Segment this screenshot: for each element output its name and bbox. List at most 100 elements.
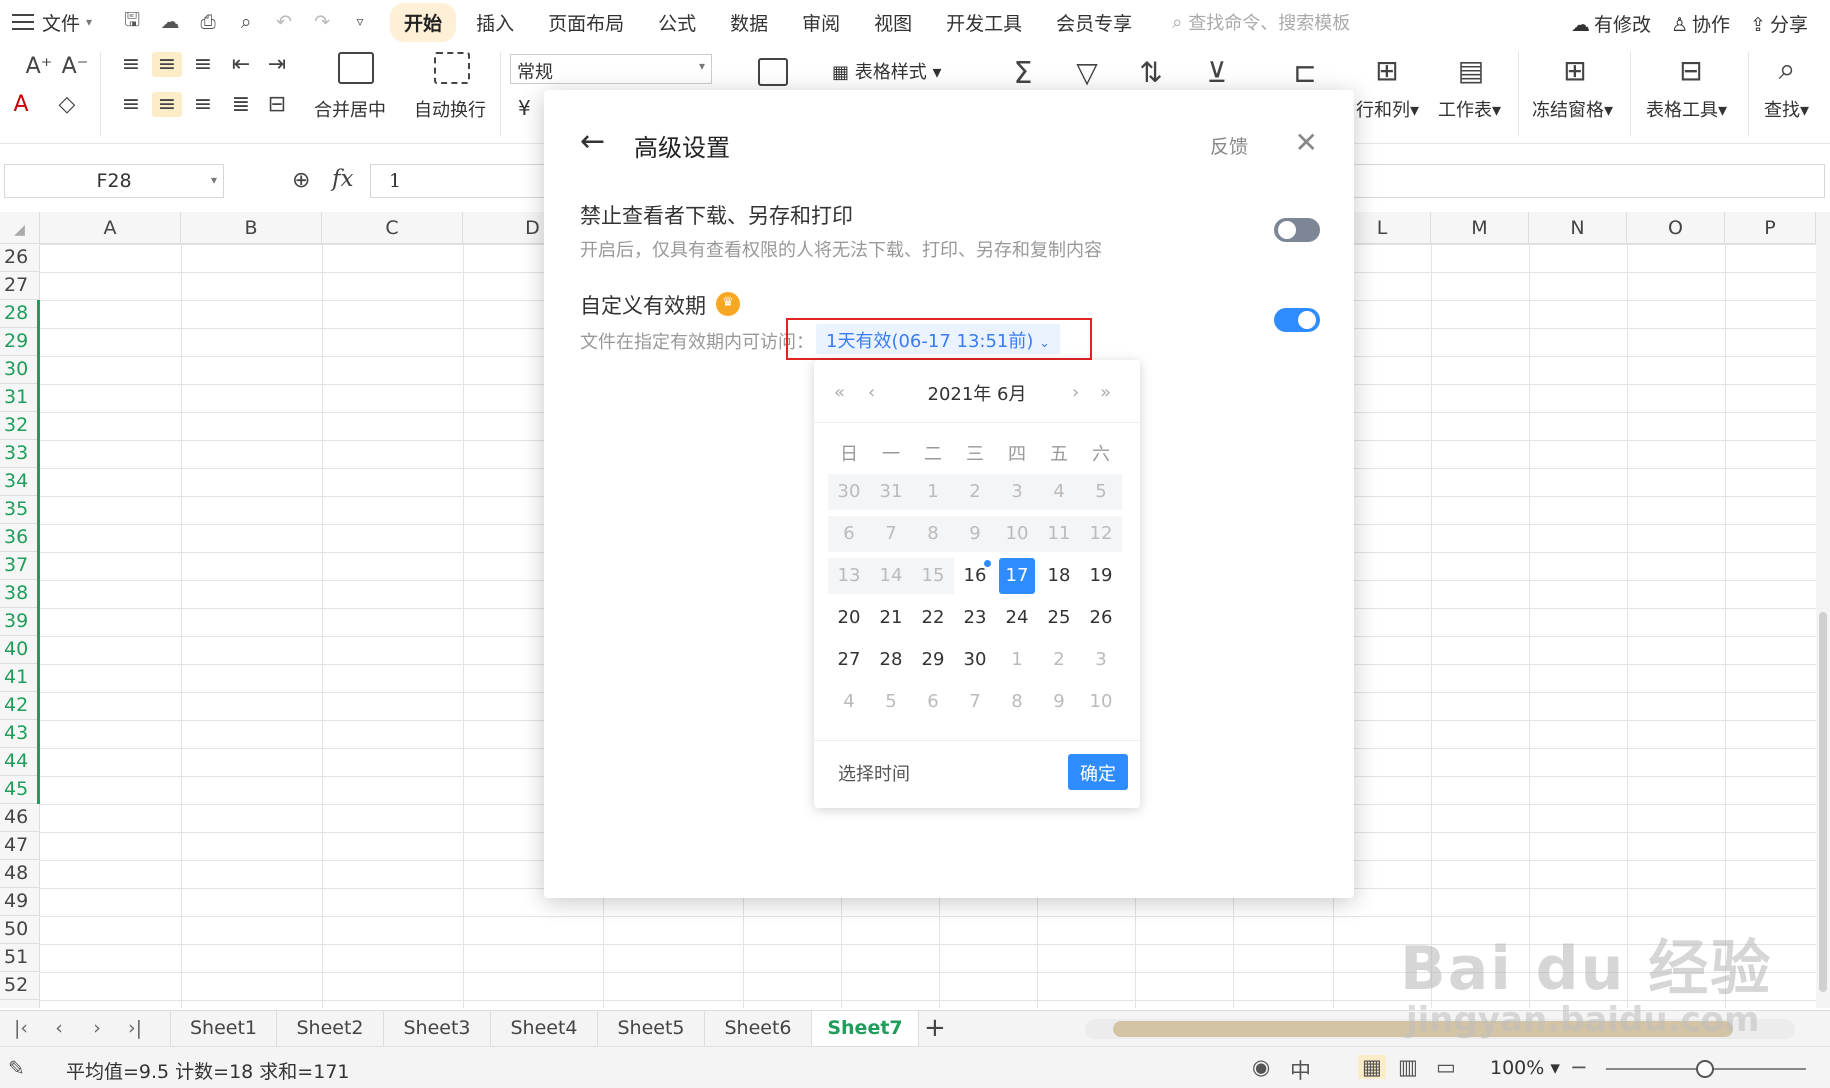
wrap-text-button[interactable]: 自动换行	[414, 96, 486, 122]
tab-view[interactable]: 视图	[860, 3, 926, 42]
column-header[interactable]: C	[322, 212, 463, 244]
row-header[interactable]: 45	[0, 776, 40, 804]
number-format-select[interactable]: 常规	[510, 54, 712, 84]
worksheet-icon[interactable]: ▤	[1456, 54, 1486, 87]
collaborate-button[interactable]: ♙ 协作	[1671, 10, 1730, 37]
calendar-day[interactable]: 8	[999, 684, 1035, 720]
column-header[interactable]: B	[181, 212, 322, 244]
restrict-download-toggle[interactable]	[1274, 218, 1320, 242]
freeze-panes-icon[interactable]: ⊞	[1560, 54, 1590, 87]
distributed-icon[interactable]: ⊟	[262, 92, 292, 117]
format-icon[interactable]: ⊏	[1290, 56, 1320, 89]
calendar-day[interactable]: 1	[999, 642, 1035, 678]
font-shrink-icon[interactable]: A⁻	[60, 54, 90, 79]
zoom-slider-knob[interactable]	[1696, 1060, 1714, 1078]
calendar-day[interactable]: 22	[915, 600, 951, 636]
row-header[interactable]: 33	[0, 440, 40, 468]
row-header[interactable]: 43	[0, 720, 40, 748]
next-year-icon[interactable]: »	[1100, 382, 1111, 403]
sheet-tab-sheet1[interactable]: Sheet1	[170, 1011, 277, 1046]
filter-icon[interactable]: ▽	[1072, 56, 1102, 89]
calendar-day[interactable]: 2	[1041, 642, 1077, 678]
share-button[interactable]: ⇪ 分享	[1750, 10, 1808, 37]
calendar-day[interactable]: 25	[1041, 600, 1077, 636]
column-header[interactable]: N	[1529, 212, 1627, 244]
page-break-view-icon[interactable]: ▭	[1436, 1055, 1456, 1079]
eye-protect-icon[interactable]: ◉	[1252, 1055, 1270, 1079]
tab-developer[interactable]: 开发工具	[932, 3, 1036, 42]
row-header[interactable]: 52	[0, 972, 40, 1000]
prev-sheet-icon[interactable]: ‹	[44, 1017, 74, 1039]
first-sheet-icon[interactable]: |‹	[6, 1017, 36, 1039]
print-preview-icon[interactable]: ⌕	[234, 11, 258, 33]
calendar-day[interactable]: 3	[1083, 642, 1119, 678]
row-header[interactable]: 36	[0, 524, 40, 552]
row-col-icon[interactable]: ⊞	[1372, 54, 1402, 87]
macro-record-icon[interactable]: ✎	[8, 1056, 25, 1080]
last-sheet-icon[interactable]: ›|	[120, 1017, 150, 1039]
tab-home[interactable]: 开始	[390, 2, 457, 42]
calendar-day[interactable]: 5	[873, 684, 909, 720]
column-header[interactable]: A	[40, 212, 181, 244]
row-header[interactable]: 50	[0, 916, 40, 944]
name-box[interactable]: F28	[4, 164, 224, 198]
row-header[interactable]: 40	[0, 636, 40, 664]
input-method-icon[interactable]: 中	[1290, 1055, 1311, 1085]
zoom-formula-icon[interactable]: ⊕	[292, 168, 310, 193]
sheet-tab-sheet6[interactable]: Sheet6	[705, 1011, 812, 1046]
align-top-icon[interactable]: ≡	[116, 52, 146, 77]
normal-view-icon[interactable]: ▦	[1358, 1055, 1386, 1079]
calendar-day[interactable]: 28	[873, 642, 909, 678]
undo-icon[interactable]: ↶	[272, 11, 296, 33]
calendar-day[interactable]: 21	[873, 600, 909, 636]
calendar-day[interactable]: 29	[915, 642, 951, 678]
sheet-tab-sheet2[interactable]: Sheet2	[277, 1011, 384, 1046]
add-sheet-button[interactable]: +	[924, 1013, 946, 1043]
align-center-icon[interactable]: ≡	[152, 92, 182, 117]
row-header[interactable]: 39	[0, 608, 40, 636]
row-header[interactable]: 47	[0, 832, 40, 860]
row-header[interactable]: 51	[0, 944, 40, 972]
tab-formulas[interactable]: 公式	[644, 3, 710, 42]
table-tools-icon[interactable]: ⊟	[1676, 54, 1706, 87]
row-header[interactable]: 41	[0, 664, 40, 692]
align-bottom-icon[interactable]: ≡	[188, 52, 218, 77]
find-button[interactable]: 查找▾	[1764, 96, 1809, 122]
row-header[interactable]: 27	[0, 272, 40, 300]
calendar-day[interactable]: 27	[831, 642, 867, 678]
row-header[interactable]: 28	[0, 300, 40, 328]
calendar-day[interactable]: 30	[957, 642, 993, 678]
zoom-out-icon[interactable]: −	[1570, 1055, 1588, 1079]
column-header[interactable]: O	[1627, 212, 1725, 244]
calendar-day[interactable]: 9	[1041, 684, 1077, 720]
sheet-tab-sheet3[interactable]: Sheet3	[384, 1011, 491, 1046]
find-icon[interactable]: ⌕	[1772, 52, 1802, 87]
next-sheet-icon[interactable]: ›	[82, 1017, 112, 1039]
font-grow-icon[interactable]: A⁺	[24, 54, 54, 79]
fill-icon[interactable]: ⊻	[1202, 56, 1232, 89]
vertical-scroll-thumb[interactable]	[1819, 612, 1827, 992]
outdent-icon[interactable]: ⇤	[226, 52, 256, 77]
align-left-icon[interactable]: ≡	[116, 92, 146, 117]
calendar-day[interactable]: 23	[957, 600, 993, 636]
row-header[interactable]: 30	[0, 356, 40, 384]
sheet-tab-sheet5[interactable]: Sheet5	[598, 1011, 705, 1046]
next-month-icon[interactable]: ›	[1072, 382, 1079, 403]
row-header[interactable]: 49	[0, 888, 40, 916]
cloud-icon[interactable]: ☁	[158, 11, 182, 33]
calendar-day[interactable]: 26	[1083, 600, 1119, 636]
confirm-button[interactable]: 确定	[1068, 754, 1128, 790]
zoom-level[interactable]: 100% ▾	[1490, 1057, 1560, 1079]
font-color-icon[interactable]: A	[6, 92, 36, 117]
row-header[interactable]: 26	[0, 244, 40, 272]
calendar-day[interactable]: 24	[999, 600, 1035, 636]
merge-center-icon[interactable]	[338, 52, 374, 84]
sum-icon[interactable]: Σ	[1008, 56, 1038, 91]
page-layout-view-icon[interactable]: ▥	[1398, 1055, 1418, 1079]
modified-button[interactable]: ☁ 有修改	[1571, 10, 1651, 37]
back-arrow-icon[interactable]: ←	[580, 124, 605, 159]
indent-icon[interactable]: ⇥	[262, 52, 292, 77]
save-icon[interactable]: 🖫	[120, 6, 144, 38]
row-header[interactable]: 38	[0, 580, 40, 608]
calendar-day[interactable]: 20	[831, 600, 867, 636]
